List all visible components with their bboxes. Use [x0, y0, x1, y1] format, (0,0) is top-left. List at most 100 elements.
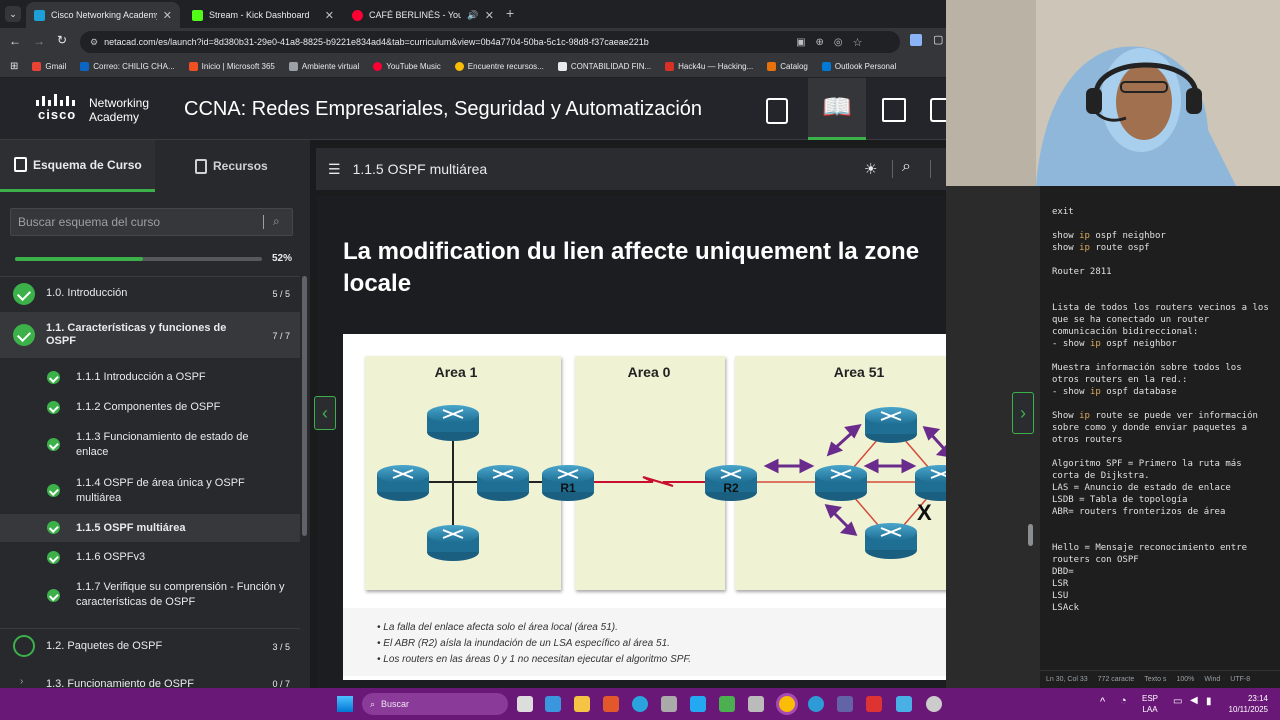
- notepad-text[interactable]: exit show ip ospf neighbor show ip route o…: [1040, 186, 1280, 670]
- address-bar[interactable]: ⚙ netacad.com/es/launch?id=8d380b31-29e0…: [80, 31, 900, 53]
- topic-1-1-3[interactable]: 1.1.3 Funcionamiento de estado de enlace: [0, 426, 300, 462]
- store-icon[interactable]: [603, 696, 619, 712]
- topic-check-icon: [47, 551, 60, 564]
- module-1-2[interactable]: 1.2. Paquetes de OSPF 3 / 5: [0, 628, 300, 662]
- widgets-icon[interactable]: [545, 696, 561, 712]
- prev-page-button[interactable]: ‹: [314, 396, 336, 430]
- apps-grid-icon[interactable]: ⊞: [10, 61, 18, 72]
- content-book-icon[interactable]: 📖: [808, 78, 866, 140]
- bookmark-ambiente[interactable]: Ambiente virtual: [288, 62, 359, 71]
- eye-off-icon[interactable]: ◎: [834, 37, 843, 48]
- teams-icon[interactable]: [837, 696, 853, 712]
- next-page-button[interactable]: ›: [1012, 392, 1034, 434]
- bookmark-gmail[interactable]: Gmail: [32, 62, 66, 71]
- note-line: - show ip ospf database: [1052, 387, 1177, 397]
- language-indicator[interactable]: ESP LAA: [1142, 693, 1158, 715]
- app-icon[interactable]: [719, 696, 735, 712]
- bookmark-star-icon[interactable]: ☆: [853, 36, 863, 49]
- bookmark-outlook[interactable]: Outlook Personal: [821, 62, 896, 71]
- router-icon: [865, 523, 917, 559]
- note-line: ABR= routers fronterizos de área: [1052, 507, 1226, 517]
- note-line: [1052, 446, 1280, 458]
- telegram-icon[interactable]: [632, 696, 648, 712]
- cisco-logo[interactable]: cisco Networking Academy: [34, 94, 158, 126]
- app-icon[interactable]: [866, 696, 882, 712]
- browser-tab-strip: ⌄ Cisco Networking Academy: CC ✕ Stream …: [0, 0, 946, 28]
- bookmark-correo[interactable]: Correo: CHILIG CHA...: [80, 62, 175, 71]
- taskbar-search-label: Buscar: [381, 699, 410, 709]
- reload-icon[interactable]: ↻: [57, 33, 67, 47]
- start-windows-icon[interactable]: [337, 696, 353, 712]
- task-view-icon[interactable]: [517, 696, 533, 712]
- page-scrollbar[interactable]: [1028, 524, 1033, 546]
- browser-tab-youtube[interactable]: CAFÉ BERLINÉS - YouTube 🔊 ✕: [344, 2, 502, 28]
- bookmark-recursos[interactable]: Encuentre recursos...: [454, 62, 544, 71]
- app-icon[interactable]: [748, 696, 764, 712]
- bookmark-m365[interactable]: Inicio | Microsoft 365: [188, 62, 275, 71]
- volume-icon[interactable]: ◀: [1190, 695, 1198, 706]
- battery-icon[interactable]: ▮: [1206, 696, 1212, 707]
- course-search-input[interactable]: Buscar esquema del curso ⌕: [10, 208, 293, 236]
- browser-tab-kick[interactable]: Stream - Kick Dashboard ✕: [184, 2, 342, 28]
- theme-sun-icon[interactable]: ☀: [864, 160, 877, 178]
- topic-1-1-5[interactable]: 1.1.5 OSPF multiárea: [0, 514, 300, 542]
- notepad-icon[interactable]: [896, 696, 912, 712]
- topic-check-icon: [47, 401, 60, 414]
- app-icon[interactable]: [661, 696, 677, 712]
- area-0-box: [575, 356, 725, 590]
- course-search-placeholder: Buscar esquema del curso: [18, 215, 161, 229]
- wifi-icon[interactable]: ◔: [1120, 695, 1127, 707]
- language-1: ESP: [1142, 694, 1159, 703]
- expand-chevron-icon[interactable]: ›: [20, 676, 23, 687]
- tab-course-outline[interactable]: Esquema de Curso: [0, 140, 155, 192]
- module-1-1[interactable]: 1.1. Características y funciones de OSPF…: [0, 312, 300, 358]
- note-line: LSR: [1052, 579, 1069, 589]
- settings-icon[interactable]: [926, 696, 942, 712]
- install-app-icon[interactable]: ▣: [796, 37, 805, 48]
- close-tab-icon[interactable]: ✕: [163, 9, 172, 22]
- vscode-icon[interactable]: [690, 696, 706, 712]
- zoom-icon[interactable]: ⊕: [816, 37, 824, 48]
- close-tab-icon[interactable]: ✕: [485, 9, 494, 22]
- new-tab-button[interactable]: +: [506, 5, 514, 21]
- chrome-icon[interactable]: [779, 696, 795, 712]
- file-explorer-icon[interactable]: [574, 696, 590, 712]
- site-info-icon[interactable]: ⚙: [90, 37, 98, 48]
- clock[interactable]: 23:14 10/11/2025: [1222, 693, 1268, 715]
- tray-chevron-icon[interactable]: ^: [1100, 696, 1105, 708]
- bookmark-hack4u[interactable]: Hack4u — Hacking...: [665, 62, 753, 71]
- router-icon: [377, 465, 429, 501]
- sidebar-scrollbar[interactable]: [302, 276, 307, 536]
- lesson-search-icon[interactable]: ⌕: [902, 158, 911, 176]
- notes-clipboard-icon[interactable]: [766, 98, 788, 124]
- search-icon[interactable]: ⌕: [273, 214, 280, 229]
- tab-search-button[interactable]: ⌄: [5, 6, 21, 22]
- bookmark-ytmusic[interactable]: YouTube Music: [373, 62, 441, 71]
- audio-icon[interactable]: 🔊: [467, 10, 478, 21]
- module-1-3[interactable]: › 1.3. Funcionamiento de OSPF 0 / 7: [0, 672, 300, 688]
- note-line: [1052, 218, 1280, 230]
- topic-1-1-7[interactable]: 1.1.7 Verifique su comprensión - Función…: [0, 576, 300, 614]
- topic-1-1-1[interactable]: 1.1.1 Introducción a OSPF: [0, 366, 300, 388]
- forward-icon[interactable]: →: [33, 34, 45, 48]
- browser-tab-netacad[interactable]: Cisco Networking Academy: CC ✕: [26, 2, 180, 28]
- catalog-icon: [767, 62, 777, 71]
- network-icon[interactable]: ▭: [1173, 696, 1182, 707]
- topic-1-1-2[interactable]: 1.1.2 Componentes de OSPF: [0, 396, 300, 418]
- taskbar-search-input[interactable]: ⌕ Buscar: [362, 693, 508, 715]
- grades-chart-icon[interactable]: [882, 98, 906, 122]
- tab-course-outline-label: Esquema de Curso: [33, 157, 142, 172]
- close-tab-icon[interactable]: ✕: [325, 9, 334, 22]
- edge-icon[interactable]: [808, 696, 824, 712]
- extensions-icon[interactable]: ▢: [933, 33, 943, 46]
- bookmark-catalog[interactable]: Catalog: [767, 62, 808, 71]
- bookmark-contabilidad[interactable]: CONTABILIDAD FIN...: [557, 62, 651, 71]
- topic-1-1-6[interactable]: 1.1.6 OSPFv3: [0, 546, 300, 568]
- download-icon[interactable]: [910, 34, 922, 46]
- toggle-menu-icon[interactable]: ☰: [328, 161, 341, 178]
- tab-resources[interactable]: Recursos: [155, 140, 310, 192]
- topic-1-1-4[interactable]: 1.1.4 OSPF de área única y OSPF multiáre…: [0, 472, 300, 508]
- module-1-0[interactable]: 1.0. Introducción 5 / 5: [0, 276, 300, 310]
- more-header-icon[interactable]: [930, 98, 946, 122]
- back-icon[interactable]: ←: [9, 34, 21, 48]
